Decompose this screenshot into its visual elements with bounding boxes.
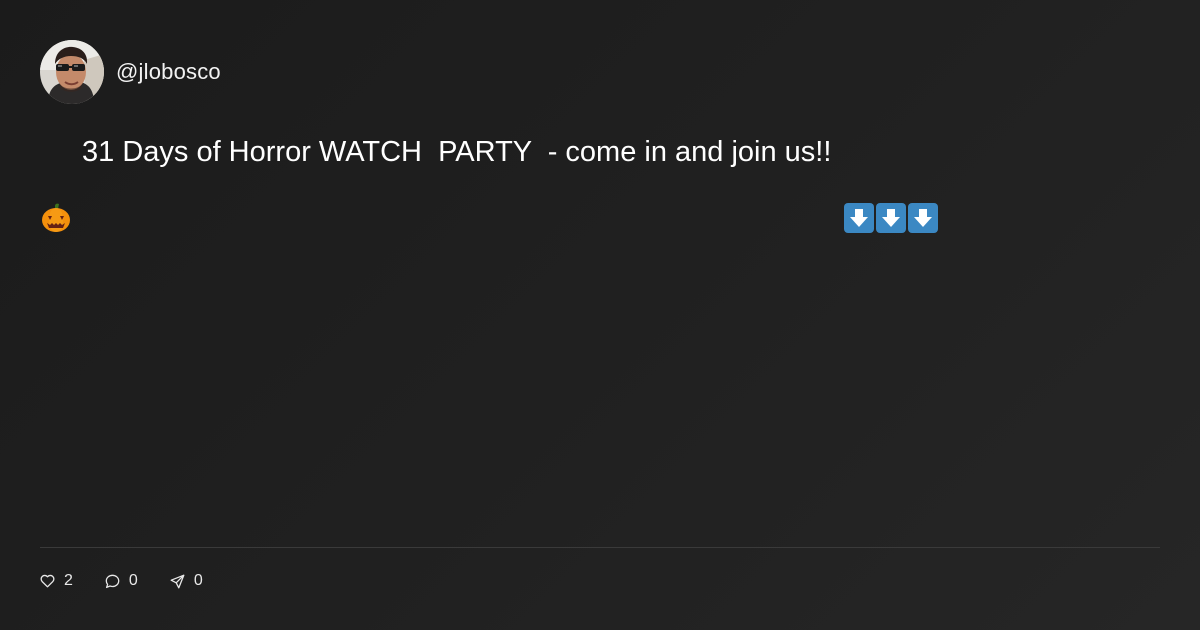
engagement-stats: 2 0 0: [40, 571, 235, 591]
share-button[interactable]: 0: [170, 572, 203, 590]
down-arrow-icon: [907, 136, 939, 233]
pumpkin-icon: [40, 136, 72, 232]
heart-icon: [40, 574, 55, 588]
send-icon: [170, 574, 185, 588]
like-button[interactable]: 2: [40, 572, 73, 590]
share-count: 0: [193, 572, 203, 589]
post-text: 31 Days of Horror WATCH PARTY - come in …: [82, 135, 832, 168]
post-body: 31 Days of Horror WATCH PARTY - come in …: [40, 132, 939, 233]
down-arrow-icon: [843, 136, 875, 233]
comment-button[interactable]: 0: [105, 572, 138, 590]
comment-count: 0: [128, 572, 138, 589]
divider: [40, 547, 1160, 548]
author-handle[interactable]: @jlobosco: [116, 59, 221, 85]
comment-icon: [105, 574, 120, 588]
avatar[interactable]: [40, 40, 104, 104]
like-count: 2: [64, 572, 73, 589]
down-arrow-icon: [875, 136, 907, 233]
arrow-emojis: [843, 136, 939, 233]
avatar-image: [40, 40, 104, 104]
author-header[interactable]: @jlobosco: [40, 40, 1160, 104]
post-card: @jlobosco 31 Days of Horror WATCH PARTY …: [40, 40, 1160, 600]
